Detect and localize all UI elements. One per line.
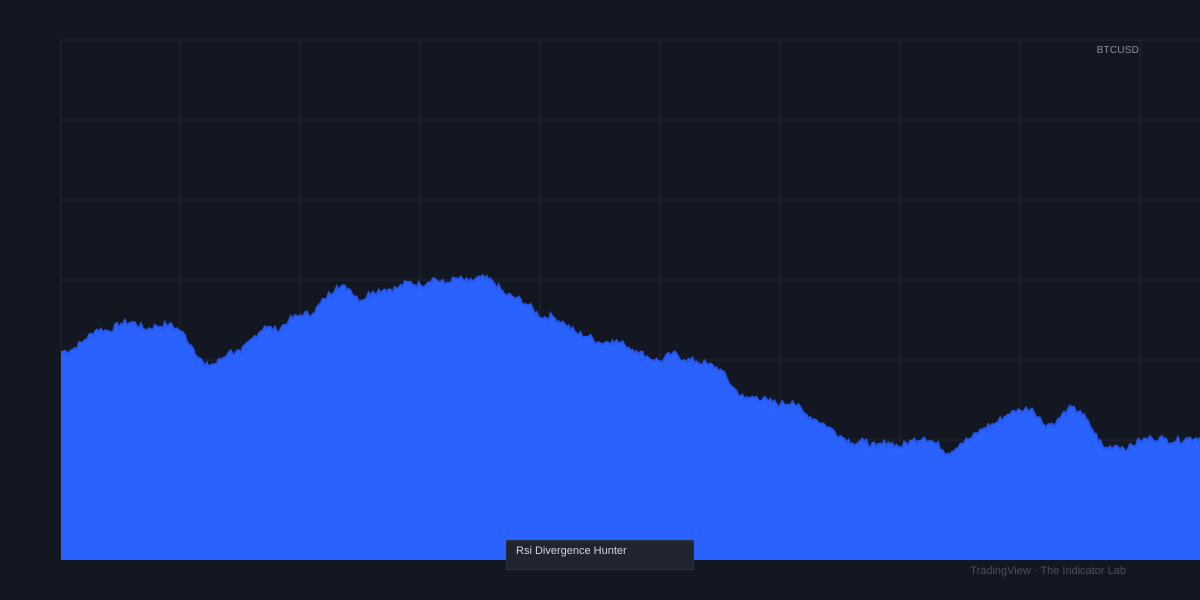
watermark-label: TradingView · The Indicator Lab [970, 565, 1126, 577]
indicator-label: Rsi Divergence Hunter [516, 545, 627, 557]
price-chart[interactable] [0, 0, 1200, 600]
symbol-label: BTCUSD [1096, 45, 1139, 56]
area-series [60, 273, 1200, 560]
chart-root: BTCUSD Rsi Divergence Hunter TradingView… [0, 0, 1200, 600]
indicator-tooltip[interactable]: Rsi Divergence Hunter [506, 540, 694, 570]
area-fill [61, 275, 1200, 560]
